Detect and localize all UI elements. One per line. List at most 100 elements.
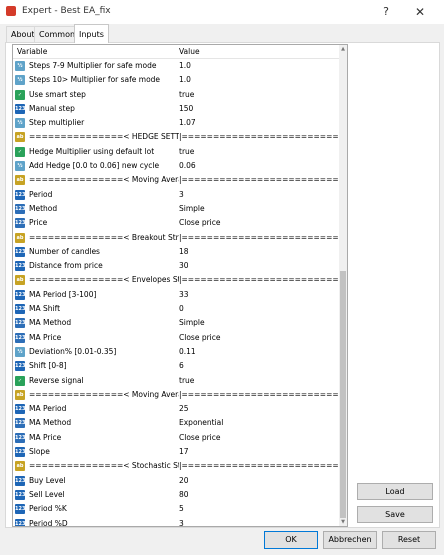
value-cell[interactable]: Exponential (179, 416, 339, 430)
table-row[interactable]: ½ Add Hedge [0.0 to 0.06] new cycle 0.06 (13, 159, 339, 173)
value-cell[interactable]: 150 (179, 102, 339, 116)
cancel-button[interactable]: Abbrechen (323, 531, 377, 549)
table-row[interactable]: 123 Period %K 5 (13, 502, 339, 516)
value-cell[interactable]: 0 (179, 302, 339, 316)
load-button[interactable]: Load (357, 483, 433, 500)
value-cell[interactable]: Close price (179, 431, 339, 445)
value-cell[interactable]: Simple (179, 202, 339, 216)
value-cell[interactable]: |=========================| (179, 273, 339, 287)
table-row[interactable]: 123 Slope 17 (13, 445, 339, 459)
value-cell[interactable]: 6 (179, 359, 339, 373)
value-cell[interactable]: 5 (179, 502, 339, 516)
enum-type-icon: 123 (15, 332, 26, 343)
table-row[interactable]: 123 Method Simple (13, 202, 339, 216)
variable-cell: Step multiplier (29, 118, 85, 128)
scroll-down-icon[interactable]: ▼ (339, 518, 347, 526)
table-row[interactable]: 123 Period 3 (13, 188, 339, 202)
help-button[interactable]: ? (376, 2, 396, 22)
title-bar: Expert - Best EA_fix ? ✕ (0, 0, 444, 24)
value-cell[interactable]: |=========================| (179, 459, 339, 473)
value-cell[interactable]: 20 (179, 474, 339, 488)
variable-cell: MA Method (29, 318, 72, 328)
table-row[interactable]: ½ Steps 7-9 Multiplier for safe mode 1.0 (13, 59, 339, 73)
bool-type-icon: ✓ (15, 375, 25, 386)
value-cell[interactable]: 3 (179, 517, 339, 527)
table-row[interactable]: 123 Shift [0-8] 6 (13, 359, 339, 373)
variable-cell: Period %K (29, 504, 67, 514)
value-cell[interactable]: |=========================| (179, 231, 339, 245)
table-row[interactable]: 123 MA Method Exponential (13, 416, 339, 430)
save-button[interactable]: Save (357, 506, 433, 523)
table-row[interactable]: 123 MA Method Simple (13, 316, 339, 330)
table-row[interactable]: ✓ Hedge Multiplier using default lot true (13, 145, 339, 159)
value-cell[interactable]: true (179, 88, 339, 102)
table-row[interactable]: ab ===============< Moving Average S...|=… (13, 173, 339, 187)
dbl-type-icon: ½ (15, 118, 25, 129)
vertical-scrollbar[interactable]: ▲ ▼ (339, 45, 347, 526)
window-title: Expert - Best EA_fix (22, 6, 111, 16)
num-type-icon: 123 (15, 304, 26, 315)
table-row[interactable]: ✓ Use smart step true (13, 88, 339, 102)
table-row[interactable]: 123 Sell Level 80 (13, 488, 339, 502)
scrollbar-thumb[interactable] (340, 271, 346, 518)
value-cell[interactable]: |=========================| (179, 130, 339, 144)
value-cell[interactable]: true (179, 374, 339, 388)
value-cell[interactable]: 0.11 (179, 345, 339, 359)
value-cell[interactable]: 25 (179, 402, 339, 416)
table-row[interactable]: ½ Deviation% [0.01-0.35] 0.11 (13, 345, 339, 359)
table-row[interactable]: ✓ Reverse signal true (13, 374, 339, 388)
table-row[interactable]: 123 MA Period 25 (13, 402, 339, 416)
value-cell[interactable]: 80 (179, 488, 339, 502)
variable-cell: Sell Level (29, 489, 65, 499)
table-row[interactable]: 123 Distance from price 30 (13, 259, 339, 273)
table-row[interactable]: 123 Number of candles 18 (13, 245, 339, 259)
table-row[interactable]: ab ===============< Envelopes Strateg...|… (13, 273, 339, 287)
value-cell[interactable]: 18 (179, 245, 339, 259)
value-cell[interactable]: 0.06 (179, 159, 339, 173)
col-variable-header[interactable]: Variable (17, 47, 47, 56)
table-row[interactable]: ab ===============< HEDGE SETTING ...|===… (13, 130, 339, 144)
table-row[interactable]: 123 MA Shift 0 (13, 302, 339, 316)
table-row[interactable]: 123 MA Price Close price (13, 431, 339, 445)
variable-cell: Method (29, 203, 58, 213)
scroll-up-icon[interactable]: ▲ (339, 45, 347, 53)
value-cell[interactable]: |=========================| (179, 173, 339, 187)
value-cell[interactable]: |=========================| (179, 388, 339, 402)
table-row[interactable]: 123 MA Price Close price (13, 331, 339, 345)
str-type-icon: ab (15, 132, 25, 143)
num-type-icon: 123 (15, 518, 26, 527)
col-value-header[interactable]: Value (179, 47, 200, 56)
value-cell[interactable]: Simple (179, 316, 339, 330)
reset-button[interactable]: Reset (382, 531, 436, 549)
table-row[interactable]: ½ Step multiplier 1.07 (13, 116, 339, 130)
value-cell[interactable]: Close price (179, 331, 339, 345)
value-cell[interactable]: 33 (179, 288, 339, 302)
table-row[interactable]: ab ===============< Breakout Strategy ...… (13, 231, 339, 245)
value-cell[interactable]: 1.0 (179, 59, 339, 73)
variable-cell: MA Price (29, 432, 62, 442)
table-row[interactable]: 123 Price Close price (13, 216, 339, 230)
table-row[interactable]: ab ===============< Moving Average S...|=… (13, 388, 339, 402)
table-row[interactable]: 123 MA Period [3-100] 33 (13, 288, 339, 302)
value-cell[interactable]: 1.0 (179, 73, 339, 87)
ok-button[interactable]: OK (264, 531, 318, 549)
num-type-icon: 123 (15, 504, 26, 515)
value-cell[interactable]: 17 (179, 445, 339, 459)
tab-inputs[interactable]: Inputs (74, 24, 109, 43)
value-cell[interactable]: 30 (179, 259, 339, 273)
table-row[interactable]: ab ===============< Stochastic Strateg...… (13, 459, 339, 473)
variable-cell: Shift [0-8] (29, 361, 67, 371)
bool-type-icon: ✓ (15, 89, 25, 100)
table-row[interactable]: 123 Manual step 150 (13, 102, 339, 116)
table-row[interactable]: 123 Period %D 3 (13, 517, 339, 527)
variable-cell: ===============< HEDGE SETTING ... (29, 132, 179, 142)
value-cell[interactable]: 3 (179, 188, 339, 202)
str-type-icon: ab (15, 275, 25, 286)
value-cell[interactable]: 1.07 (179, 116, 339, 130)
value-cell[interactable]: Close price (179, 216, 339, 230)
table-row[interactable]: 123 Buy Level 20 (13, 474, 339, 488)
variable-cell: Reverse signal (29, 375, 84, 385)
table-row[interactable]: ½ Steps 10> Multiplier for safe mode 1.0 (13, 73, 339, 87)
close-button[interactable]: ✕ (402, 2, 438, 22)
value-cell[interactable]: true (179, 145, 339, 159)
